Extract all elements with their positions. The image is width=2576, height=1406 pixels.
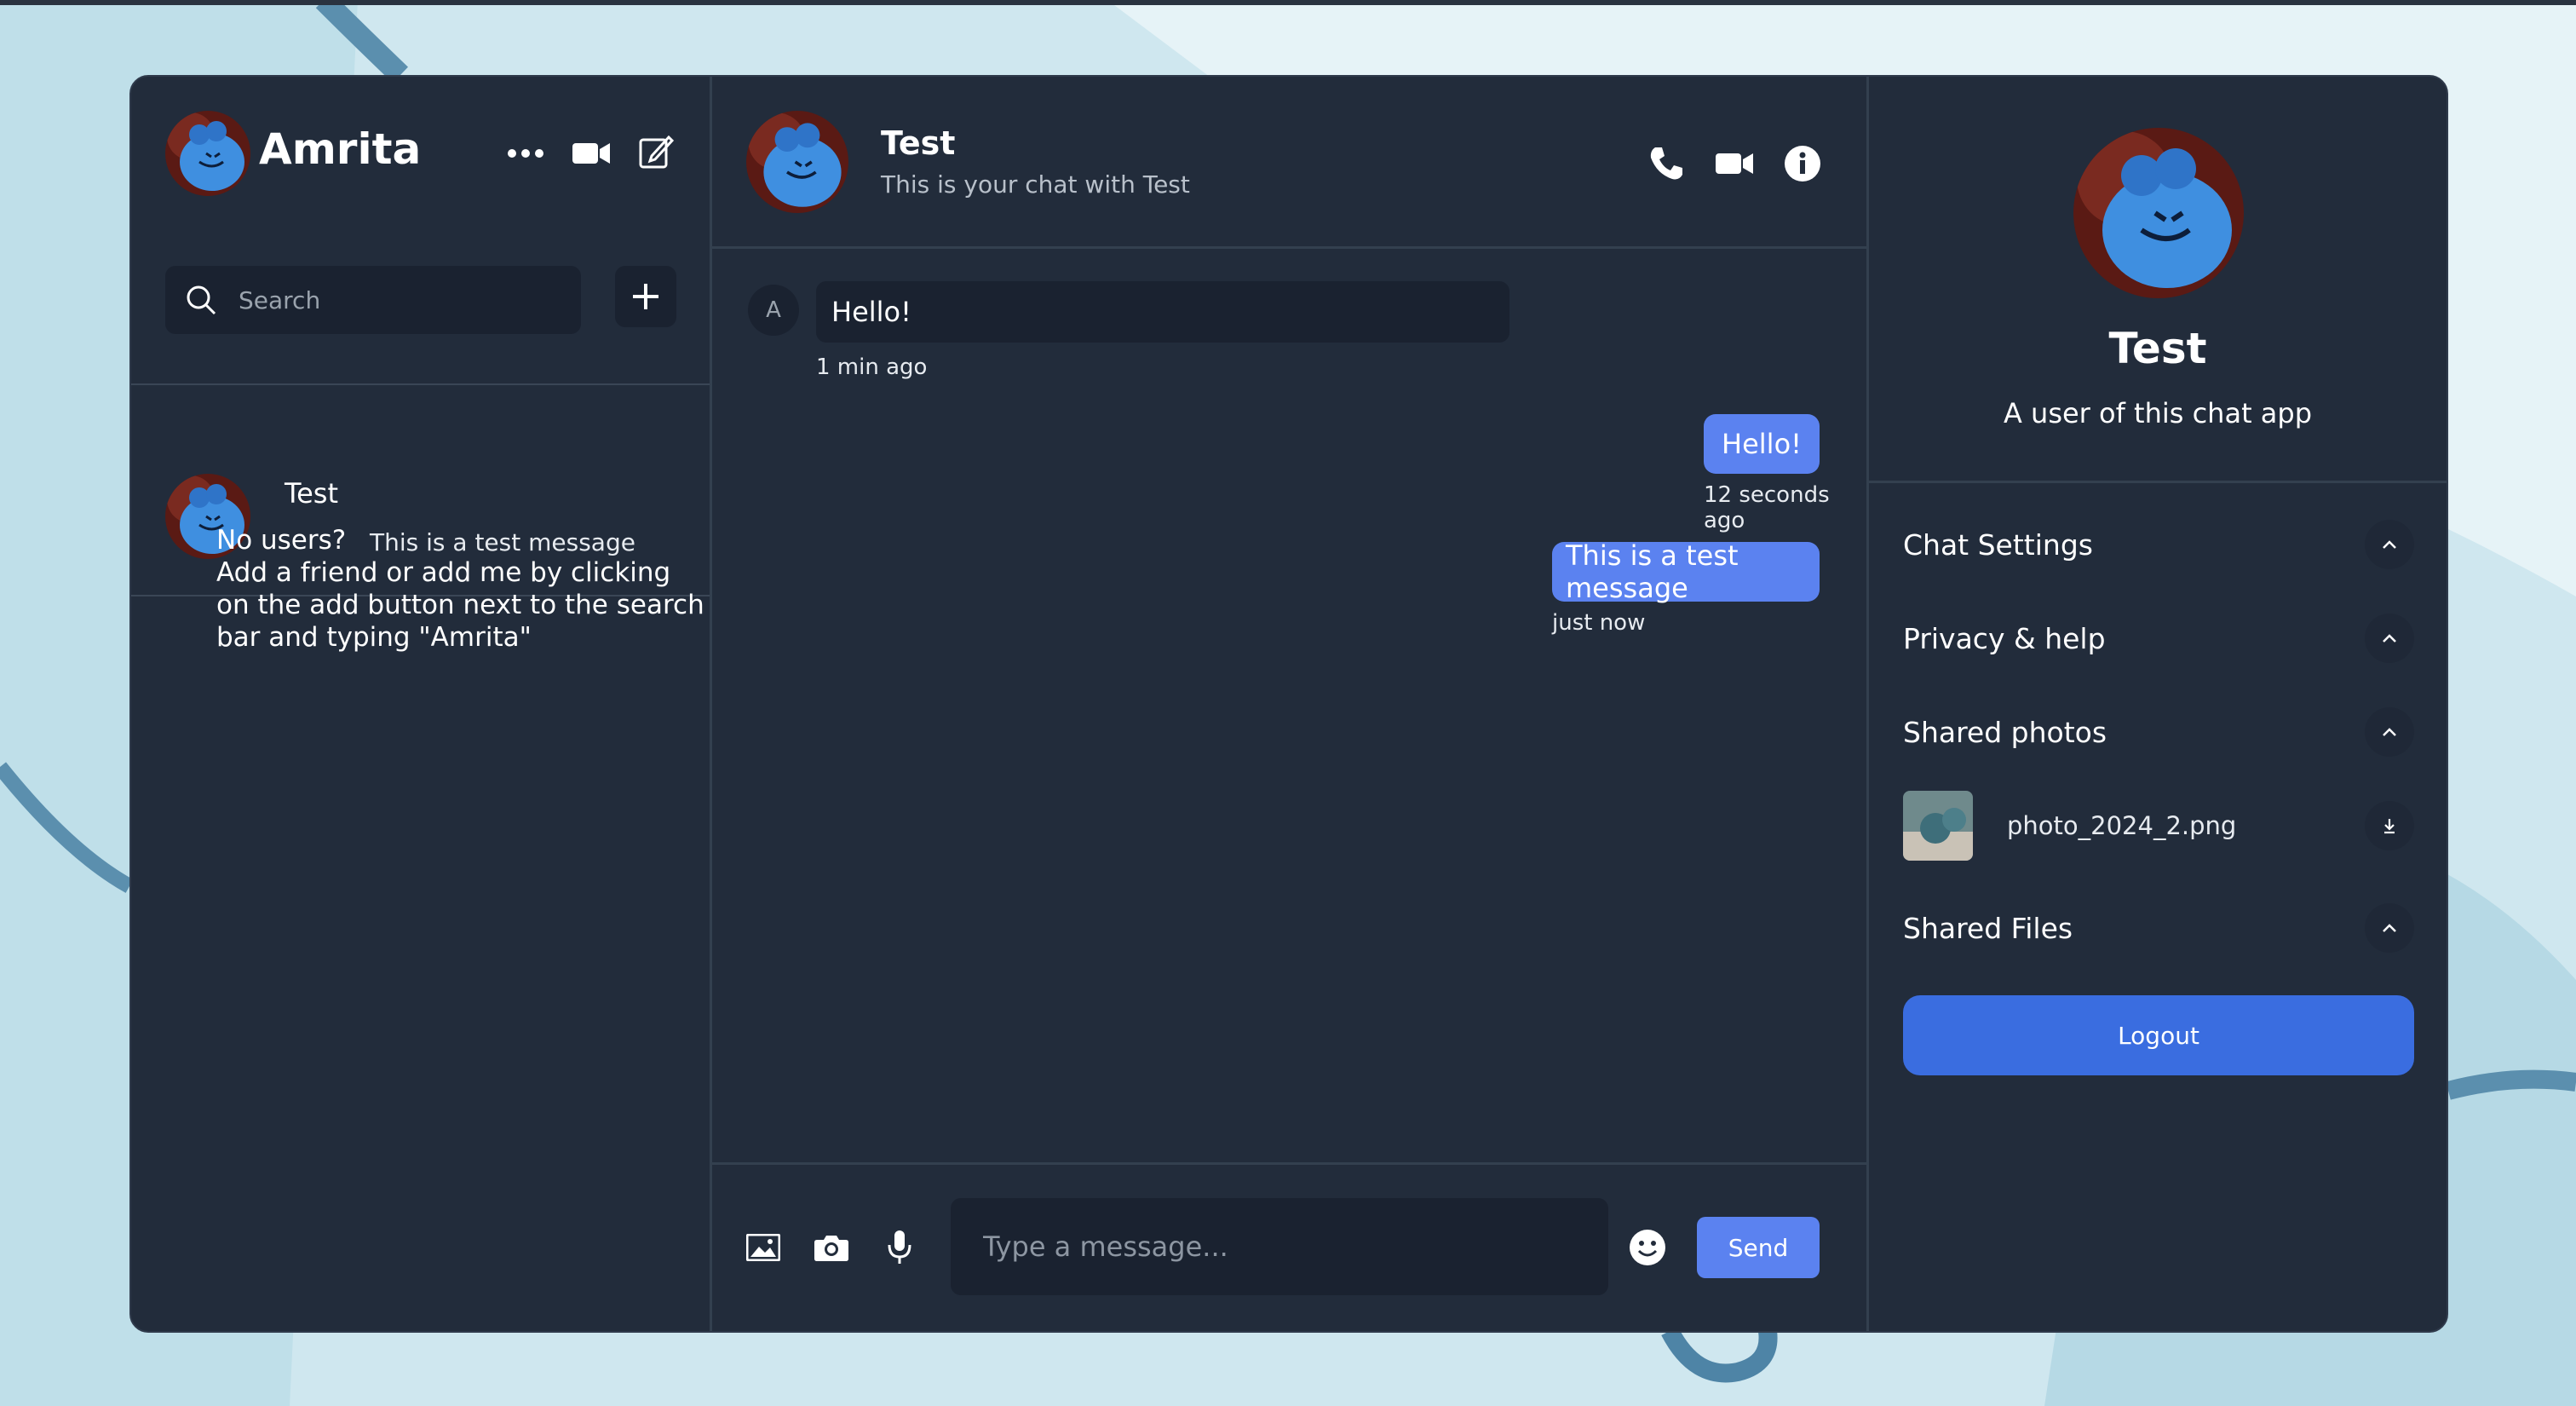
info-icon[interactable] bbox=[1782, 143, 1823, 184]
no-users-body: Add a friend or add me by clicking on th… bbox=[216, 557, 704, 653]
chevron-up-icon[interactable] bbox=[2365, 903, 2414, 953]
video-call-icon[interactable] bbox=[1714, 145, 1755, 182]
chat-app-window: Amrita Te bbox=[129, 75, 2448, 1333]
chat-header: Test This is your chat with Test bbox=[712, 77, 1866, 249]
section-label: Chat Settings bbox=[1903, 527, 2093, 562]
message-timestamp: just now bbox=[1552, 610, 1646, 636]
microphone-icon[interactable] bbox=[881, 1229, 918, 1266]
section-label: Shared Files bbox=[1903, 911, 2073, 945]
profile-description: A user of this chat app bbox=[2003, 397, 2313, 429]
no-users-title: No users? bbox=[216, 525, 347, 556]
chat-settings-section[interactable]: Chat Settings bbox=[1903, 515, 2414, 574]
download-icon[interactable] bbox=[2365, 801, 2414, 850]
chevron-up-icon[interactable] bbox=[2365, 707, 2414, 757]
profile-name: Test bbox=[2108, 324, 2207, 373]
section-label: Privacy & help bbox=[1903, 621, 2106, 655]
chevron-up-icon[interactable] bbox=[2365, 520, 2414, 569]
details-panel: Test A user of this chat app Chat Settin… bbox=[1869, 77, 2447, 1331]
shared-photo-item: photo_2024_2.png bbox=[1903, 791, 2414, 861]
photo-thumbnail[interactable] bbox=[1903, 791, 1973, 861]
chat-panel: Test This is your chat with Test A Hello… bbox=[712, 77, 1869, 1331]
message-bubble-outgoing: Hello! bbox=[1704, 414, 1820, 474]
search-bar bbox=[165, 266, 581, 334]
camera-icon[interactable] bbox=[813, 1229, 850, 1266]
message-timestamp: 1 min ago bbox=[816, 354, 928, 380]
current-user-name: Amrita bbox=[259, 124, 422, 174]
more-icon[interactable] bbox=[504, 138, 547, 169]
chat-list-item-name[interactable]: Test bbox=[285, 477, 338, 510]
chat-title: Test bbox=[881, 124, 956, 162]
search-input[interactable] bbox=[239, 285, 562, 314]
message-timestamp: 12 seconds ago bbox=[1704, 482, 1830, 533]
search-icon bbox=[187, 285, 216, 315]
message-bubble-incoming: Hello! bbox=[816, 281, 1509, 343]
add-user-button[interactable] bbox=[615, 266, 676, 327]
shared-files-section[interactable]: Shared Files bbox=[1903, 898, 2414, 958]
privacy-help-section[interactable]: Privacy & help bbox=[1903, 608, 2414, 668]
details-divider bbox=[1869, 481, 2447, 483]
video-icon[interactable] bbox=[571, 135, 612, 172]
chat-subtitle: This is your chat with Test bbox=[881, 170, 1190, 199]
chevron-up-icon[interactable] bbox=[2365, 614, 2414, 663]
message-input[interactable] bbox=[951, 1198, 1608, 1295]
plus-icon bbox=[633, 284, 658, 309]
compose-icon[interactable] bbox=[635, 131, 676, 172]
shared-photos-section[interactable]: Shared photos bbox=[1903, 702, 2414, 762]
profile-avatar bbox=[2073, 128, 2244, 298]
sidebar: Amrita Te bbox=[131, 77, 712, 1331]
chat-list-item[interactable] bbox=[131, 383, 710, 385]
sender-avatar: A bbox=[748, 285, 799, 336]
logout-button[interactable]: Logout bbox=[1903, 995, 2414, 1075]
user-avatar[interactable] bbox=[165, 111, 250, 196]
photo-filename: photo_2024_2.png bbox=[2007, 811, 2237, 840]
send-button[interactable]: Send bbox=[1697, 1217, 1820, 1278]
chat-avatar[interactable] bbox=[746, 111, 848, 213]
section-label: Shared photos bbox=[1903, 715, 2107, 749]
emoji-icon[interactable] bbox=[1629, 1229, 1666, 1266]
image-icon[interactable] bbox=[745, 1229, 782, 1266]
phone-icon[interactable] bbox=[1646, 143, 1687, 184]
message-bubble-outgoing: This is a test message bbox=[1552, 539, 1820, 604]
no-users-hint: No users? Add a friend or add me by clic… bbox=[216, 524, 710, 654]
